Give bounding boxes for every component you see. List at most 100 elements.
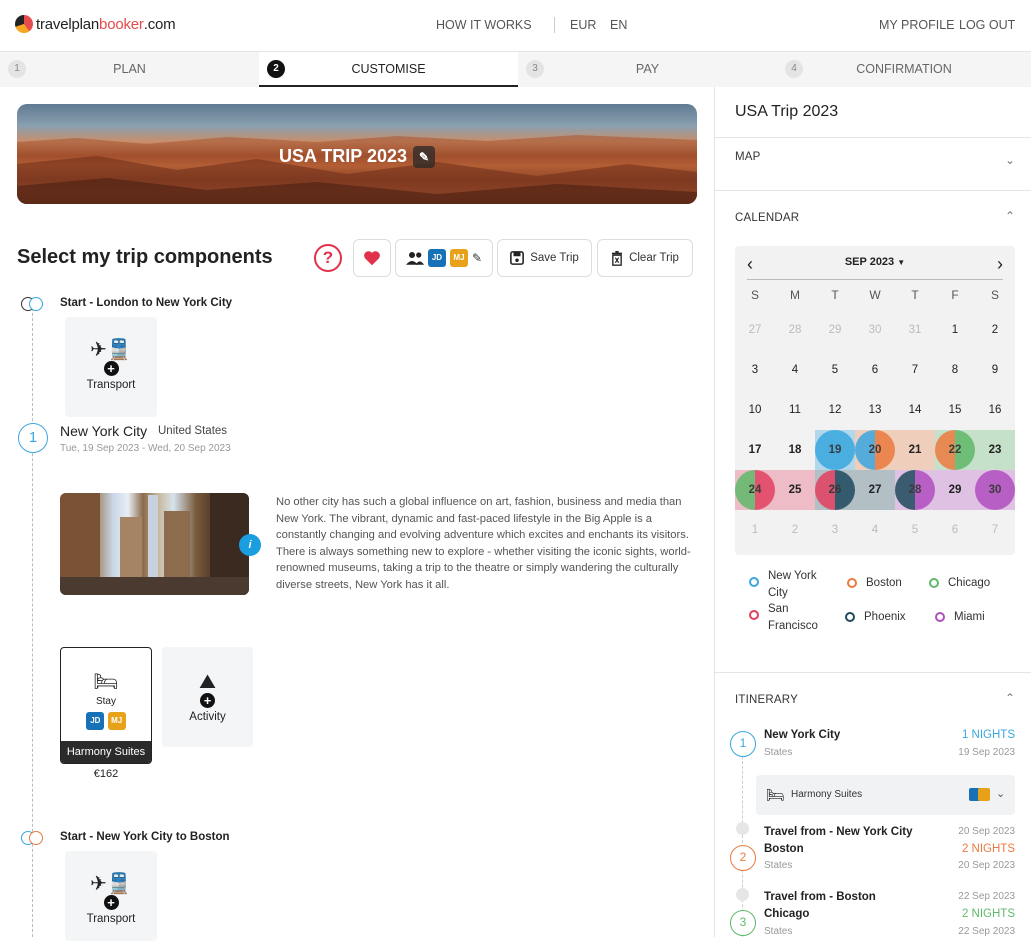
calendar-day[interactable]: 5 xyxy=(895,510,935,550)
calendar-day[interactable]: 28 xyxy=(895,470,935,510)
calendar-day[interactable]: 23 xyxy=(975,430,1015,470)
calendar-day[interactable]: 6 xyxy=(855,350,895,390)
itinerary-section-header[interactable]: ITINERARY xyxy=(735,694,798,706)
add-transport-card[interactable]: ✈🚆 + Transport xyxy=(65,851,157,941)
itinerary-date: 20 Sep 2023 xyxy=(958,826,1015,837)
itinerary-number: 2 xyxy=(730,845,756,871)
step-confirmation[interactable]: 4 CONFIRMATION xyxy=(777,52,1031,87)
calendar-day[interactable]: 4 xyxy=(855,510,895,550)
pencil-icon[interactable]: ✎ xyxy=(413,146,436,169)
calendar-day[interactable]: 21 xyxy=(895,430,935,470)
step-pay[interactable]: 3 PAY xyxy=(518,52,777,87)
calendar-section-header[interactable]: CALENDAR xyxy=(735,212,799,224)
itinerary-travel[interactable]: Travel from - New York City xyxy=(764,826,912,838)
logout-link[interactable]: LOG OUT xyxy=(959,18,1015,32)
calendar-day[interactable]: 11 xyxy=(775,390,815,430)
calendar-day[interactable]: 22 xyxy=(935,430,975,470)
help-icon[interactable]: ? xyxy=(314,244,342,272)
calendar-day[interactable]: 18 xyxy=(775,430,815,470)
legend-item: Chicago xyxy=(929,575,1028,592)
logo[interactable]: travelplan b ooker .com xyxy=(15,15,176,33)
calendar-day[interactable]: 6 xyxy=(935,510,975,550)
calendar-day[interactable]: 8 xyxy=(935,350,975,390)
people-icon xyxy=(405,252,424,265)
calendar-day[interactable]: 1 xyxy=(935,310,975,350)
itinerary-stay-item[interactable]: 🛏 Harmony Suites ⌄ xyxy=(756,775,1015,815)
calendar-day[interactable]: 10 xyxy=(735,390,775,430)
calendar-day[interactable]: 7 xyxy=(895,350,935,390)
legend-label: San Francisco xyxy=(768,603,818,632)
calendar-day[interactable]: 25 xyxy=(775,470,815,510)
plus-icon: + xyxy=(103,895,119,910)
caret-down-icon: ▼ xyxy=(897,258,906,267)
info-icon[interactable]: i xyxy=(239,534,261,556)
travellers-button[interactable]: JD MJ ✎ xyxy=(395,239,493,277)
chevron-up-icon[interactable]: ⌃ xyxy=(1005,691,1015,705)
itinerary-travel[interactable]: Travel from - Boston xyxy=(764,891,876,903)
add-activity-card[interactable]: ⛰ + Activity xyxy=(162,647,253,747)
calendar-day[interactable]: 19 xyxy=(815,430,855,470)
itinerary-city[interactable]: Chicago xyxy=(764,908,809,920)
calendar-day[interactable]: 20 xyxy=(855,430,895,470)
calendar-day[interactable]: 17 xyxy=(735,430,775,470)
calendar-day[interactable]: 28 xyxy=(775,310,815,350)
city-country: United States xyxy=(158,425,228,437)
pencil-icon: ✎ xyxy=(471,251,483,265)
calendar-day[interactable]: 3 xyxy=(815,510,855,550)
city-dates: Tue, 19 Sep 2023 - Wed, 20 Sep 2023 xyxy=(60,443,231,454)
itinerary-city[interactable]: Boston xyxy=(764,843,804,855)
stay-card[interactable]: 🛏 Stay JD MJ Harmony Suites xyxy=(60,647,152,764)
map-section-header[interactable]: MAP xyxy=(735,151,761,163)
avatar-mj xyxy=(978,788,990,801)
favourite-button[interactable] xyxy=(353,239,391,277)
calendar-weekday: S xyxy=(750,288,759,302)
itinerary-city[interactable]: New York City xyxy=(764,729,840,741)
calendar-day[interactable]: 15 xyxy=(935,390,975,430)
top-bar: travelplan b ooker .com HOW IT WORKS EUR EN… xyxy=(0,0,1031,52)
calendar-day[interactable]: 5 xyxy=(815,350,855,390)
calendar-day[interactable]: 27 xyxy=(735,310,775,350)
step-plan[interactable]: 1 PLAN xyxy=(0,52,259,87)
itinerary-date: 20 Sep 2023 xyxy=(958,860,1015,871)
clear-trip-button[interactable]: Clear Trip xyxy=(597,239,693,277)
calendar-day[interactable]: 26 xyxy=(815,470,855,510)
itinerary-hotel: Harmony Suites xyxy=(791,789,863,800)
calendar-day[interactable]: 29 xyxy=(815,310,855,350)
calendar-day[interactable]: 2 xyxy=(775,510,815,550)
language-selector[interactable]: EN xyxy=(610,18,627,32)
calendar-month[interactable]: SEP 2023 xyxy=(845,256,894,268)
chevron-up-icon[interactable]: ⌃ xyxy=(1005,209,1015,223)
step-label: PAY xyxy=(635,62,660,76)
calendar-day[interactable]: 30 xyxy=(975,470,1015,510)
calendar-day[interactable]: 7 xyxy=(975,510,1015,550)
calendar-day[interactable]: 14 xyxy=(895,390,935,430)
step-customise[interactable]: 2 CUSTOMISE xyxy=(259,52,518,87)
calendar-day[interactable]: 31 xyxy=(895,310,935,350)
calendar-day[interactable]: 12 xyxy=(815,390,855,430)
calendar-day[interactable]: 13 xyxy=(855,390,895,430)
chevron-down-icon[interactable]: ⌄ xyxy=(1005,153,1015,167)
how-it-works-link[interactable]: HOW IT WORKS xyxy=(436,18,532,32)
currency-selector[interactable]: EUR xyxy=(570,18,596,32)
calendar-day[interactable]: 29 xyxy=(935,470,975,510)
avatar-mj: MJ xyxy=(449,249,468,267)
calendar-day[interactable]: 2 xyxy=(975,310,1015,350)
calendar-weekday: T xyxy=(831,288,839,302)
my-profile-link[interactable]: MY PROFILE xyxy=(879,18,954,32)
calendar-day[interactable]: 16 xyxy=(975,390,1015,430)
hotel-name: Harmony Suites xyxy=(61,741,151,763)
calendar-day[interactable]: 1 xyxy=(735,510,775,550)
calendar-day[interactable]: 4 xyxy=(775,350,815,390)
leg-toggle[interactable] xyxy=(21,297,45,311)
calendar-day[interactable]: 27 xyxy=(855,470,895,510)
chevron-down-icon[interactable]: ⌄ xyxy=(996,787,1005,800)
calendar-weekday: F xyxy=(951,288,959,302)
save-trip-button[interactable]: Save Trip xyxy=(497,239,592,277)
calendar-day[interactable]: 3 xyxy=(735,350,775,390)
add-transport-card[interactable]: ✈🚆 + Transport xyxy=(65,317,157,417)
legend-ring-icon xyxy=(929,578,939,588)
calendar-day[interactable]: 24 xyxy=(735,470,775,510)
calendar-day[interactable]: 9 xyxy=(975,350,1015,390)
leg-toggle[interactable] xyxy=(21,831,45,845)
calendar-day[interactable]: 30 xyxy=(855,310,895,350)
